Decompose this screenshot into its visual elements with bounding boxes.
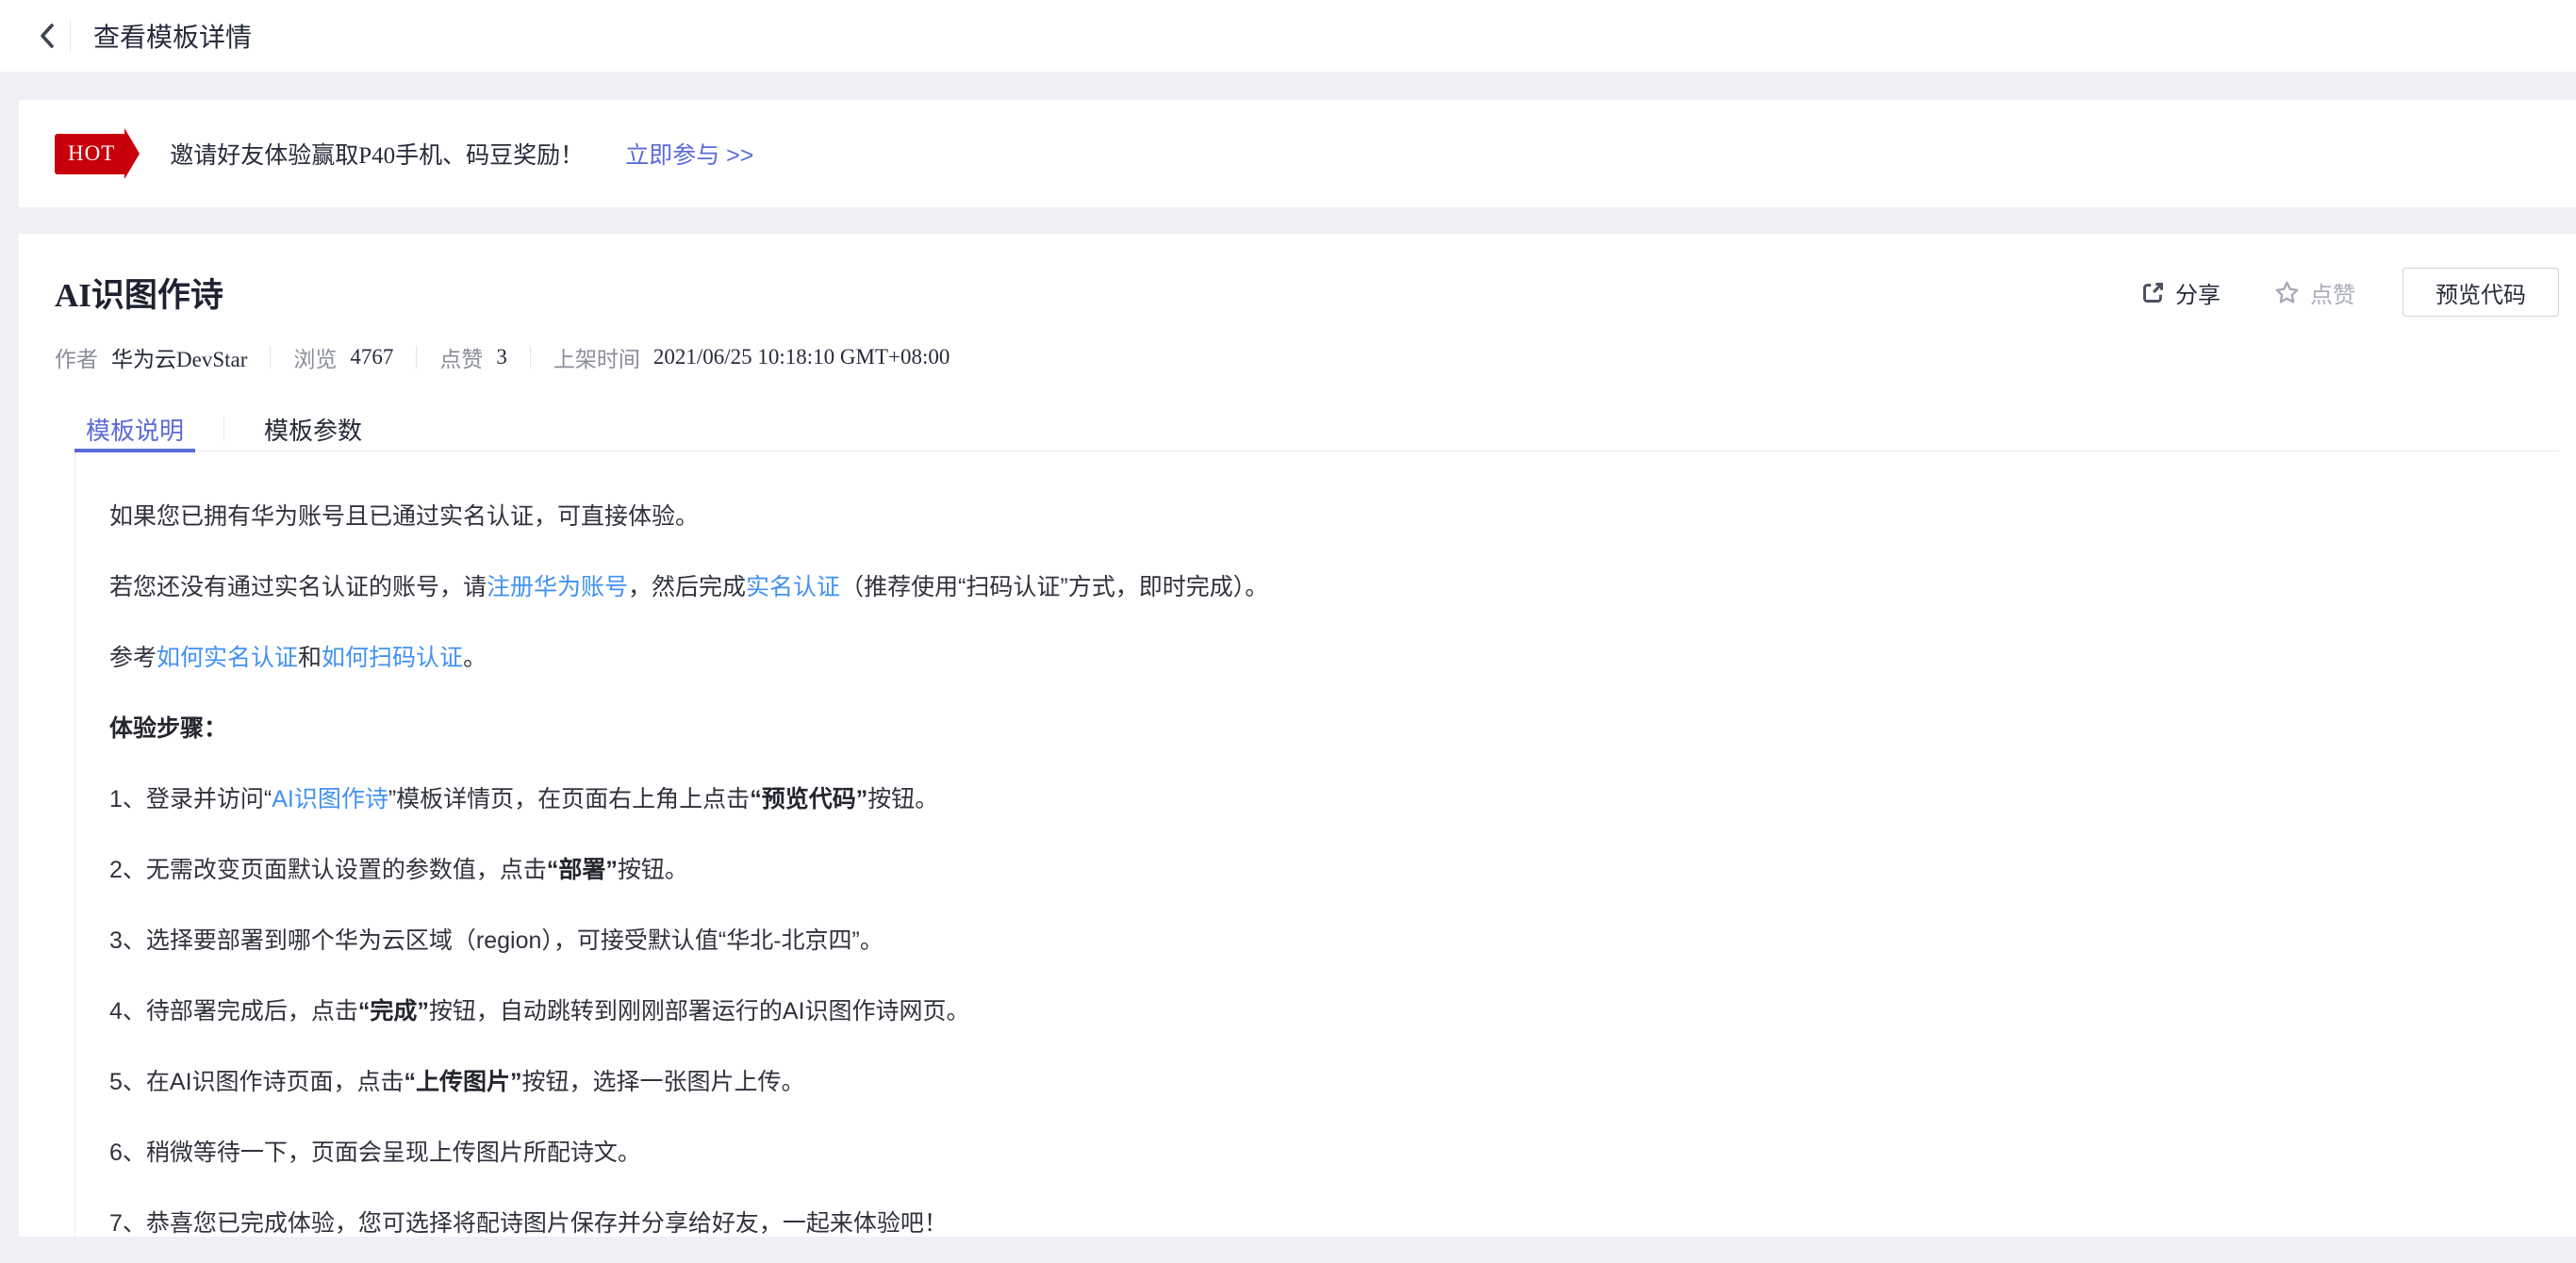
text-run: 按钮，选择一张图片上传。 — [522, 1069, 805, 1095]
text-run: 若您还没有通过实名认证的账号，请 — [109, 574, 487, 600]
paragraph: 2、无需改变页面默认设置的参数值，点击“部署”按钮。 — [109, 854, 2559, 886]
meta-value: 4767 — [350, 345, 393, 369]
text-run: “部署” — [547, 857, 618, 883]
title-actions: 分享 点赞 预览代码 — [2140, 268, 2559, 317]
like-button[interactable]: 点赞 — [2273, 276, 2355, 309]
meta-item: 点赞 3 — [439, 341, 507, 373]
paragraph: 5、在AI识图作诗页面，点击“上传图片”按钮，选择一张图片上传。 — [109, 1066, 2559, 1098]
meta-label: 点赞 — [439, 341, 483, 373]
paragraph: 4、待部署完成后，点击“完成”按钮，自动跳转到刚刚部署运行的AI识图作诗网页。 — [109, 995, 2559, 1027]
text-run: （推荐使用“扫码认证”方式，即时完成）。 — [840, 574, 1268, 600]
paragraph: 如果您已拥有华为账号且已通过实名认证，可直接体验。 — [109, 500, 2559, 533]
content-paragraphs: 如果您已拥有华为账号且已通过实名认证，可直接体验。若您还没有通过实名认证的账号，… — [74, 451, 2559, 1263]
text-run: 6、稍微等待一下，页面会呈现上传图片所配诗文。 — [109, 1140, 641, 1166]
tab-separator — [223, 417, 224, 441]
meta-item: 上架时间 2021/06/25 10:18:10 GMT+08:00 — [553, 341, 950, 373]
paragraph: 3、选择要部署到哪个华为云区域（region），可接受默认值“华北-北京四”。 — [109, 925, 2559, 957]
text-run: 3、选择要部署到哪个华为云区域（region），可接受默认值“华北-北京四”。 — [109, 927, 883, 954]
paragraph: 参考如何实名认证和如何扫码认证。 — [109, 642, 2559, 674]
inline-link[interactable]: 注册华为账号 — [487, 574, 628, 600]
page-title: 查看模板详情 — [93, 17, 252, 55]
meta-value: 3 — [496, 345, 507, 369]
text-run: 7、恭喜您已完成体验，您可选择将配诗图片保存并分享给好友，一起来体验吧！ — [109, 1210, 948, 1237]
hot-badge-arrow — [124, 128, 140, 179]
banner-text: 邀请好友体验赢取P40手机、码豆奖励！ — [170, 137, 584, 171]
text-run: ，然后完成 — [628, 574, 746, 600]
meta-row: 作者华为云DevStar 浏览 4767 点赞 3 上架时间 2021/06/25 10:1… — [55, 341, 2559, 373]
meta-item: 作者华为云DevStar — [55, 341, 247, 373]
meta-value: 华为云DevStar — [111, 341, 247, 373]
text-run: 按钮。 — [867, 786, 938, 812]
star-icon — [2273, 279, 2301, 306]
promo-banner: HOT 邀请好友体验赢取P40手机、码豆奖励！ 立即参与 >> — [19, 100, 2576, 207]
tab-template-description[interactable]: 模板说明 — [74, 407, 195, 451]
text-run: ”模板详情页，在页面右上角上点击 — [388, 786, 750, 812]
top-header: 查看模板详情 — [0, 0, 2576, 72]
back-button[interactable] — [28, 17, 66, 55]
inline-link[interactable]: 如何实名认证 — [157, 645, 298, 671]
meta-value: 2021/06/25 10:18:10 GMT+08:00 — [653, 345, 950, 369]
text-run: “完成” — [358, 998, 429, 1025]
meta-label: 浏览 — [293, 341, 337, 373]
meta-separator — [270, 346, 271, 369]
tab-template-parameters[interactable]: 模板参数 — [253, 407, 373, 451]
inline-link[interactable]: 如何扫码认证 — [322, 645, 463, 671]
text-run: 参考 — [109, 645, 157, 671]
meta-item: 浏览 4767 — [293, 341, 393, 373]
text-run: 。 — [463, 645, 487, 671]
preview-code-button[interactable]: 预览代码 — [2403, 268, 2559, 317]
meta-separator — [530, 346, 531, 369]
hot-badge-icon: HOT — [55, 128, 140, 179]
meta-label: 上架时间 — [553, 341, 640, 373]
meta-separator — [416, 346, 417, 369]
paragraph: 6、稍微等待一下，页面会呈现上传图片所配诗文。 — [109, 1137, 2559, 1169]
paragraph: 体验步骤： — [109, 713, 2559, 745]
external-link-icon — [2140, 280, 2166, 305]
like-label: 点赞 — [2310, 276, 2355, 309]
text-run: 如果您已拥有华为账号且已通过实名认证，可直接体验。 — [109, 503, 699, 530]
hot-badge-label: HOT — [55, 134, 126, 174]
text-run: 2、无需改变页面默认设置的参数值，点击 — [109, 857, 547, 883]
paragraph: 1、登录并访问“AI识图作诗”模板详情页，在页面右上角上点击“预览代码”按钮。 — [109, 783, 2559, 815]
text-run: “预览代码” — [750, 786, 867, 812]
text-run: 按钮。 — [618, 857, 688, 883]
join-now-link[interactable]: 立即参与 >> — [625, 137, 753, 171]
paragraph: 7、恭喜您已完成体验，您可选择将配诗图片保存并分享给好友，一起来体验吧！ — [109, 1207, 2559, 1239]
text-run: 5、在AI识图作诗页面，点击 — [109, 1069, 405, 1095]
text-run: “上传图片” — [405, 1069, 522, 1095]
text-run: 和 — [298, 645, 322, 671]
share-label: 分享 — [2175, 276, 2221, 309]
chevron-left-icon — [37, 22, 58, 50]
text-run: 1、登录并访问“ — [109, 786, 272, 812]
paragraph: 若您还没有通过实名认证的账号，请注册华为账号，然后完成实名认证（推荐使用“扫码认… — [109, 571, 2559, 603]
meta-label: 作者 — [55, 341, 98, 373]
template-title: AI识图作诗 — [55, 269, 223, 317]
inline-link[interactable]: AI识图作诗 — [272, 786, 388, 812]
inline-link[interactable]: 实名认证 — [746, 574, 840, 600]
text-run: 体验步骤： — [109, 715, 227, 742]
text-run: 按钮，自动跳转到刚刚部署运行的AI识图作诗网页。 — [429, 998, 970, 1025]
tabs-bar: 模板说明 模板参数 — [74, 407, 2559, 451]
share-button[interactable]: 分享 — [2140, 276, 2221, 309]
text-run: 4、待部署完成后，点击 — [109, 998, 358, 1025]
header-divider — [70, 20, 71, 52]
title-row: AI识图作诗 分享 点赞 — [55, 268, 2559, 317]
template-detail-card: AI识图作诗 分享 点赞 — [19, 234, 2576, 1237]
